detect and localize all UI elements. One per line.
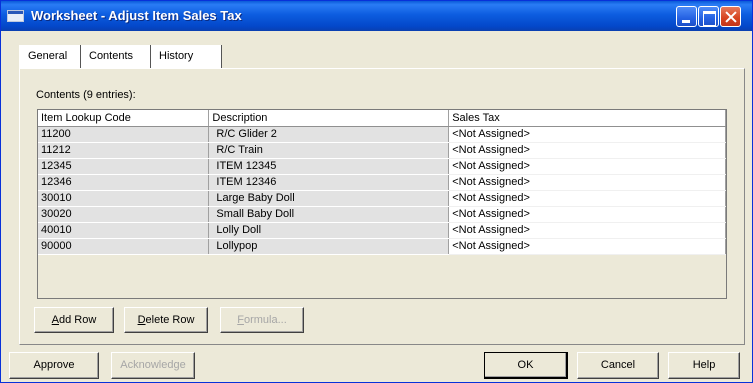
column-header-description[interactable]: Description <box>208 110 450 127</box>
acknowledge-button[interactable]: Acknowledge <box>111 352 195 379</box>
add-row-button[interactable]: Add Row <box>34 307 114 333</box>
table-row[interactable]: 12346 ITEM 12346 <Not Assigned> <box>38 174 726 191</box>
cell-sales-tax[interactable]: <Not Assigned> <box>448 126 726 143</box>
cell-item-lookup-code[interactable]: 12345 <box>38 158 210 175</box>
add-row-mnemonic: A <box>51 314 60 326</box>
contents-panel: Contents (9 entries): Item Lookup Code D… <box>19 68 745 345</box>
tab-general[interactable]: General <box>19 45 81 68</box>
minimize-icon[interactable] <box>676 6 697 27</box>
cell-item-lookup-code[interactable]: 12346 <box>38 174 210 191</box>
column-header-item-lookup-code[interactable]: Item Lookup Code <box>38 110 210 127</box>
delete-row-mnemonic: D <box>137 314 146 326</box>
table-row[interactable]: 30010 Large Baby Doll <Not Assigned> <box>38 190 726 207</box>
table-row[interactable]: 90000 Lollypop <Not Assigned> <box>38 238 726 255</box>
table-row[interactable]: 11212 R/C Train <Not Assigned> <box>38 142 726 159</box>
cell-item-lookup-code[interactable]: 30010 <box>38 190 210 207</box>
cell-sales-tax[interactable]: <Not Assigned> <box>448 238 726 255</box>
tab-contents[interactable]: Contents <box>81 45 151 68</box>
window-title: Worksheet - Adjust Item Sales Tax <box>31 8 242 23</box>
contents-grid[interactable]: Item Lookup Code Description Sales Tax 1… <box>37 109 727 299</box>
table-header-row: Item Lookup Code Description Sales Tax <box>38 110 726 127</box>
add-row-label: dd Row <box>59 314 97 326</box>
cell-description[interactable]: ITEM 12346 <box>208 174 450 191</box>
cell-sales-tax[interactable]: <Not Assigned> <box>448 142 726 159</box>
tab-history[interactable]: History <box>151 45 222 68</box>
cancel-button[interactable]: Cancel <box>577 352 659 379</box>
formula-button[interactable]: Formula... <box>220 307 304 333</box>
close-icon[interactable] <box>720 6 741 27</box>
cell-item-lookup-code[interactable]: 11200 <box>38 126 210 143</box>
cell-sales-tax[interactable]: <Not Assigned> <box>448 190 726 207</box>
cell-description[interactable]: Lolly Doll <box>208 222 450 239</box>
cell-description[interactable]: R/C Train <box>208 142 450 159</box>
cell-item-lookup-code[interactable]: 40010 <box>38 222 210 239</box>
help-button[interactable]: Help <box>668 352 740 379</box>
cell-item-lookup-code[interactable]: 11212 <box>38 142 210 159</box>
ok-button[interactable]: OK <box>484 352 568 379</box>
cell-sales-tax[interactable]: <Not Assigned> <box>448 206 726 223</box>
delete-row-button[interactable]: Delete Row <box>124 307 208 333</box>
cell-item-lookup-code[interactable]: 90000 <box>38 238 210 255</box>
delete-row-label: elete Row <box>145 314 195 326</box>
formula-label: ormula... <box>243 314 287 326</box>
table-row[interactable]: 12345 ITEM 12345 <Not Assigned> <box>38 158 726 175</box>
formula-mnemonic: F <box>237 314 244 326</box>
cell-description[interactable]: Lollypop <box>208 238 450 255</box>
contents-count-label: Contents (9 entries): <box>36 89 136 101</box>
cell-description[interactable]: Large Baby Doll <box>208 190 450 207</box>
cell-description[interactable]: Small Baby Doll <box>208 206 450 223</box>
worksheet-window: Worksheet - Adjust Item Sales Tax Genera… <box>0 0 753 383</box>
cell-item-lookup-code[interactable]: 30020 <box>38 206 210 223</box>
cell-description[interactable]: ITEM 12345 <box>208 158 450 175</box>
window-icon <box>7 10 24 22</box>
table-row[interactable]: 30020 Small Baby Doll <Not Assigned> <box>38 206 726 223</box>
table-row[interactable]: 40010 Lolly Doll <Not Assigned> <box>38 222 726 239</box>
maximize-icon[interactable] <box>698 6 719 27</box>
cell-sales-tax[interactable]: <Not Assigned> <box>448 174 726 191</box>
title-bar[interactable]: Worksheet - Adjust Item Sales Tax <box>1 1 752 31</box>
approve-button[interactable]: Approve <box>9 352 99 379</box>
column-header-sales-tax[interactable]: Sales Tax <box>448 110 726 127</box>
cell-description[interactable]: R/C Glider 2 <box>208 126 450 143</box>
cell-sales-tax[interactable]: <Not Assigned> <box>448 222 726 239</box>
cell-sales-tax[interactable]: <Not Assigned> <box>448 158 726 175</box>
contents-table: Item Lookup Code Description Sales Tax 1… <box>38 110 726 255</box>
table-row[interactable]: 11200 R/C Glider 2 <Not Assigned> <box>38 126 726 143</box>
